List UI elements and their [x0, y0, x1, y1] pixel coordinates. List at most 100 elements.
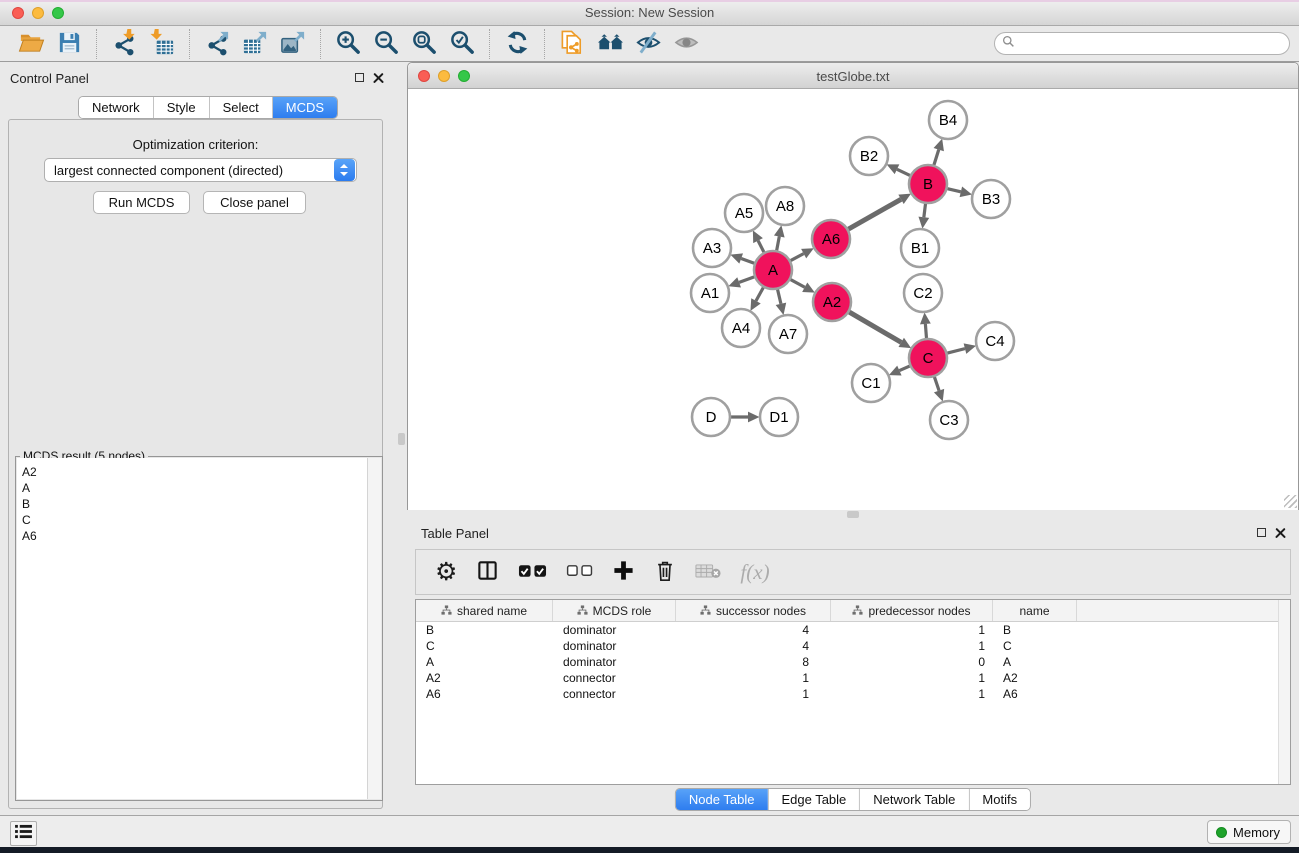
table-cell[interactable]: B — [416, 623, 553, 637]
graph-edge-A-A6[interactable] — [791, 254, 804, 261]
mcds-result-item[interactable]: C — [22, 512, 367, 528]
float-panel-icon[interactable] — [355, 73, 364, 82]
create-column-button[interactable] — [609, 554, 638, 590]
table-cell[interactable]: A — [416, 655, 553, 669]
new-network-from-file-button[interactable] — [555, 28, 589, 60]
zoom-out-button[interactable] — [369, 28, 403, 60]
show-columns-button[interactable] — [473, 554, 502, 590]
column-settings-button[interactable]: ⚙ — [432, 554, 460, 590]
graph-edge-C-C2[interactable] — [925, 324, 926, 338]
result-scrollbar[interactable] — [367, 458, 381, 799]
export-image-button[interactable] — [276, 28, 310, 60]
table-cell[interactable]: A2 — [993, 671, 1077, 685]
table-cell[interactable]: dominator — [553, 655, 676, 669]
table-cell[interactable]: connector — [553, 671, 676, 685]
graph-edge-A2-C[interactable] — [849, 312, 901, 342]
hide-selected-button[interactable] — [631, 28, 665, 60]
optimization-criterion-select[interactable]: largest connected component (directed) — [44, 158, 357, 182]
graph-edge-A-A2[interactable] — [791, 280, 805, 288]
float-table-panel-icon[interactable] — [1257, 528, 1266, 537]
graph-edge-A-A3[interactable] — [741, 259, 754, 264]
mcds-result-item[interactable]: A6 — [22, 528, 367, 544]
table-cell[interactable]: 1 — [831, 639, 993, 653]
close-table-panel-icon[interactable] — [1275, 527, 1286, 538]
table-cell[interactable]: A6 — [993, 687, 1077, 701]
close-panel-icon[interactable] — [373, 72, 384, 83]
table-cell[interactable]: 1 — [676, 687, 831, 701]
graph-edge-C-C3[interactable] — [934, 377, 939, 391]
table-cell[interactable]: connector — [553, 687, 676, 701]
tab-select[interactable]: Select — [209, 97, 272, 118]
task-history-button[interactable] — [10, 821, 37, 846]
table-cell[interactable]: 8 — [676, 655, 831, 669]
table-cell[interactable]: 1 — [831, 671, 993, 685]
column-header-MCDS-role[interactable]: MCDS role — [553, 600, 676, 621]
vertical-splitter-handle[interactable] — [398, 433, 405, 445]
refresh-layout-button[interactable] — [500, 28, 534, 60]
graph-edge-A-A5[interactable] — [758, 241, 764, 253]
memory-button[interactable]: Memory — [1207, 820, 1291, 844]
table-cell[interactable]: 0 — [831, 655, 993, 669]
close-panel-button[interactable]: Close panel — [203, 191, 306, 214]
table-cell[interactable]: A2 — [416, 671, 553, 685]
graph-edge-A-A1[interactable] — [739, 277, 754, 283]
column-header-name[interactable]: name — [993, 600, 1077, 621]
graph-edge-A-A8[interactable] — [777, 236, 780, 250]
table-cell[interactable]: dominator — [553, 639, 676, 653]
table-cell[interactable]: 4 — [676, 639, 831, 653]
import-table-button[interactable] — [145, 28, 179, 60]
tab-network[interactable]: Network — [79, 97, 153, 118]
zoom-selected-button[interactable] — [445, 28, 479, 60]
graph-edge-B-B1[interactable] — [924, 204, 926, 217]
tab-mcds[interactable]: MCDS — [272, 97, 337, 118]
search-input[interactable] — [1019, 37, 1289, 51]
table-cell[interactable]: A6 — [416, 687, 553, 701]
select-all-columns-button[interactable] — [515, 554, 550, 590]
search-field[interactable] — [994, 32, 1290, 55]
table-cell[interactable]: 4 — [676, 623, 831, 637]
horizontal-splitter-handle[interactable] — [847, 511, 859, 518]
first-neighbors-button[interactable] — [593, 28, 627, 60]
graph-edge-B-B3[interactable] — [947, 189, 960, 192]
run-mcds-button[interactable]: Run MCDS — [93, 191, 190, 214]
graph-edge-B-B2[interactable] — [897, 169, 910, 175]
table-cell[interactable]: A — [993, 655, 1077, 669]
table-cell[interactable]: 1 — [676, 671, 831, 685]
table-cell[interactable]: 1 — [831, 623, 993, 637]
import-network-button[interactable] — [107, 28, 141, 60]
table-cell[interactable]: C — [416, 639, 553, 653]
graph-edge-C-C4[interactable] — [947, 349, 965, 353]
delete-column-button[interactable] — [651, 554, 679, 590]
table-cell[interactable]: 1 — [831, 687, 993, 701]
tab-network-table[interactable]: Network Table — [859, 789, 968, 810]
graph-edge-C-C1[interactable] — [899, 366, 909, 371]
tab-motifs[interactable]: Motifs — [968, 789, 1030, 810]
zoom-fit-button[interactable] — [407, 28, 441, 60]
deselect-all-columns-button[interactable] — [563, 554, 596, 590]
column-header-successor-nodes[interactable]: successor nodes — [676, 600, 831, 621]
graph-edge-B-B4[interactable] — [934, 150, 939, 165]
graph-edge-A-A4[interactable] — [756, 288, 763, 301]
column-header-shared-name[interactable]: shared name — [416, 600, 553, 621]
open-session-button[interactable] — [14, 28, 48, 60]
table-scrollbar[interactable] — [1278, 600, 1290, 784]
column-header-predecessor-nodes[interactable]: predecessor nodes — [831, 600, 993, 621]
graph-edge-A-A7[interactable] — [778, 289, 781, 303]
zoom-in-button[interactable] — [331, 28, 365, 60]
table-cell[interactable]: C — [993, 639, 1077, 653]
tab-edge-table[interactable]: Edge Table — [767, 789, 859, 810]
mcds-result-item[interactable]: B — [22, 496, 367, 512]
mcds-result-item[interactable]: A2 — [22, 464, 367, 480]
graph-edge-A6-B[interactable] — [848, 199, 901, 229]
network-canvas[interactable]: AA1A2A3A4A5A6A7A8BB1B2B3B4CC1C2C3C4DD1 — [408, 89, 1298, 510]
save-session-button[interactable] — [52, 28, 86, 60]
table-cell[interactable]: dominator — [553, 623, 676, 637]
export-table-button[interactable] — [238, 28, 272, 60]
resize-grip[interactable] — [1284, 495, 1297, 508]
export-network-button[interactable] — [200, 28, 234, 60]
mcds-result-item[interactable]: A — [22, 480, 367, 496]
tab-style[interactable]: Style — [153, 97, 209, 118]
table-cell[interactable]: B — [993, 623, 1077, 637]
tab-node-table[interactable]: Node Table — [676, 789, 768, 810]
show-all-button[interactable] — [669, 28, 703, 60]
